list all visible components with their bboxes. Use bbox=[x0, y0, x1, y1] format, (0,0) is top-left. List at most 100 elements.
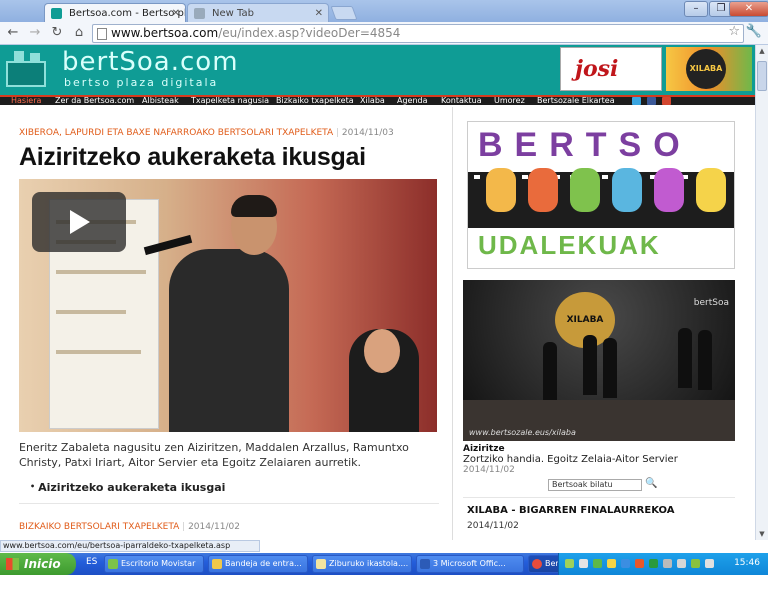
bertso-udalekuak-banner[interactable]: BERTSO UDALEKUAK bbox=[467, 121, 735, 269]
update-icon[interactable] bbox=[621, 559, 630, 568]
menu-item-zer-da[interactable]: Zer da Bertsoa.com bbox=[55, 96, 134, 106]
next-article-date: 2014/11/02 bbox=[188, 522, 240, 532]
bertsoa-logo-icon[interactable] bbox=[6, 51, 54, 87]
browser-titlebar: Bertsoa.com - Bertso pla ✕ New Tab ✕ – ❐… bbox=[0, 0, 768, 22]
page-icon bbox=[97, 28, 107, 40]
related-article-link[interactable]: • Aiziritzeko aukeraketa ikusgai bbox=[30, 481, 225, 494]
new-tab-page-icon bbox=[194, 8, 205, 19]
browser-toolbar: ← → ↻ ⌂ www.bertsoa.com/eu/index.asp?vid… bbox=[0, 22, 768, 45]
video-brand: bertSoa bbox=[693, 298, 729, 308]
column-separator bbox=[452, 107, 453, 540]
cartoon-face-icon bbox=[654, 168, 684, 212]
close-tab-icon[interactable]: ✕ bbox=[172, 4, 180, 22]
ad-xilaba-banner[interactable]: XILABA bbox=[666, 47, 752, 91]
menu-item-bertsozale[interactable]: Bertsozale Elkartea bbox=[537, 96, 615, 106]
tray-app-icon[interactable] bbox=[649, 559, 658, 568]
google-plus-icon[interactable] bbox=[662, 97, 671, 105]
tab-new[interactable]: New Tab ✕ bbox=[187, 3, 329, 22]
messenger-icon[interactable] bbox=[607, 559, 616, 568]
tray-app-icon[interactable] bbox=[635, 559, 644, 568]
bookmark-star-icon[interactable]: ☆ bbox=[728, 24, 740, 39]
network-icon[interactable] bbox=[565, 559, 574, 568]
menu-item-umorez[interactable]: Umorez bbox=[494, 96, 525, 106]
next-article-kicker[interactable]: BIZKAIKO BERTSOLARI TXAPELKETA | 2014/11… bbox=[19, 522, 240, 532]
url-path: /eu/index.asp?videoDer=4854 bbox=[218, 26, 401, 40]
tab-title: New Tab bbox=[212, 8, 254, 19]
facebook-icon[interactable] bbox=[647, 97, 656, 105]
ad-josi-text: josi bbox=[575, 56, 619, 82]
close-window-button[interactable]: ✕ bbox=[729, 1, 768, 17]
article-divider bbox=[19, 503, 439, 504]
scroll-down-icon[interactable]: ▼ bbox=[756, 528, 768, 540]
status-bar: www.bertsoa.com/eu/bertsoa-iparraldeko-t… bbox=[0, 540, 260, 552]
article-summary: Eneritz Zabaleta nagusitu zen Aiziritzen… bbox=[19, 441, 409, 469]
favicon-icon bbox=[51, 8, 62, 19]
url-host: www.bertsoa.com bbox=[111, 26, 219, 40]
menu-item-hasiera[interactable]: Hasiera bbox=[11, 96, 41, 106]
folder-icon bbox=[316, 559, 326, 569]
ad-xilaba-text: XILABA bbox=[686, 49, 726, 89]
video-watermark-url: www.bertsozale.eus/xilaba bbox=[469, 428, 576, 437]
site-header: bertSoa.com bertso plaza digitala josi X… bbox=[0, 45, 755, 95]
video-play-button[interactable] bbox=[32, 192, 126, 252]
article-headline[interactable]: Aiziritzeko aukeraketa ikusgai bbox=[19, 143, 366, 172]
clock[interactable]: 15:46 bbox=[734, 558, 760, 568]
sidebar-next-title[interactable]: XILABA - BIGARREN FINALAURREKOA bbox=[467, 505, 674, 516]
ad-josi-banner[interactable]: josi bbox=[560, 47, 662, 91]
scroll-thumb[interactable] bbox=[757, 61, 767, 91]
taskbar-bandeja[interactable]: Bandeja de entra... bbox=[208, 555, 308, 573]
menu-item-bizkaiko[interactable]: Bizkaiko txapelketa bbox=[276, 96, 354, 106]
menu-item-txapelketa-nagusia[interactable]: Txapelketa nagusia bbox=[191, 96, 269, 106]
windows-taskbar: Inicio ES Escritorio Movistar Bandeja de… bbox=[0, 553, 768, 575]
bullet-icon: • bbox=[30, 482, 36, 491]
menu-item-albisteak[interactable]: Albisteak bbox=[142, 96, 179, 106]
reload-icon[interactable]: ↻ bbox=[48, 24, 66, 42]
taskbar-microsoft-office[interactable]: 3 Microsoft Offic... bbox=[416, 555, 524, 573]
tray-app-icon[interactable] bbox=[705, 559, 714, 568]
search-icon[interactable]: 🔍 bbox=[645, 478, 657, 489]
home-icon[interactable]: ⌂ bbox=[70, 24, 88, 42]
tab-bertsoa[interactable]: Bertsoa.com - Bertso pla ✕ bbox=[44, 3, 186, 22]
cartoon-face-icon bbox=[486, 168, 516, 212]
tray-app-icon[interactable] bbox=[663, 559, 672, 568]
windows-flag-icon bbox=[6, 558, 19, 570]
scroll-up-icon[interactable]: ▲ bbox=[756, 45, 768, 57]
taskbar-escritorio-movistar[interactable]: Escritorio Movistar bbox=[104, 555, 204, 573]
minimize-button[interactable]: – bbox=[684, 1, 708, 17]
taskbar-ziburuko[interactable]: Ziburuko ikastola.... bbox=[312, 555, 412, 573]
tab-title: Bertsoa.com - Bertso pla bbox=[69, 8, 186, 19]
menu-item-kontaktua[interactable]: Kontaktua bbox=[441, 96, 482, 106]
cartoon-face-icon bbox=[570, 168, 600, 212]
video-search-input[interactable]: Bertsoak bilatu bbox=[548, 479, 642, 491]
sidebar-video-player[interactable]: XILABA bertSoa www.bertsozale.eus/xilaba bbox=[463, 280, 735, 441]
volume-icon[interactable] bbox=[579, 559, 588, 568]
wrench-menu-icon[interactable]: 🔧 bbox=[746, 24, 762, 39]
new-tab-button[interactable] bbox=[330, 6, 358, 20]
article-date: 2014/11/03 bbox=[341, 128, 394, 138]
cartoon-face-icon bbox=[696, 168, 726, 212]
tray-app-icon[interactable] bbox=[677, 559, 686, 568]
back-icon[interactable]: ← bbox=[4, 24, 22, 42]
tray-app-icon[interactable] bbox=[691, 559, 700, 568]
close-tab-icon[interactable]: ✕ bbox=[315, 4, 323, 22]
promo-bottom-text: UDALEKUAK bbox=[478, 230, 661, 260]
antivirus-icon[interactable] bbox=[593, 559, 602, 568]
page-scrollbar[interactable]: ▲ ▼ bbox=[755, 45, 768, 540]
article-kicker[interactable]: XIBEROA, LAPURDI ETA BAXE NAFARROAKO BER… bbox=[19, 128, 394, 138]
menu-item-xilaba[interactable]: Xilaba bbox=[360, 96, 385, 106]
twitter-icon[interactable] bbox=[632, 97, 641, 105]
sidebar-next-date: 2014/11/02 bbox=[467, 521, 519, 531]
video-caption-title[interactable]: Aiziritze bbox=[463, 444, 505, 454]
main-menu: Hasiera Zer da Bertsoa.com Albisteak Txa… bbox=[0, 95, 755, 105]
video-caption-date: 2014/11/02 bbox=[463, 465, 515, 475]
start-button[interactable]: Inicio bbox=[0, 553, 76, 575]
address-bar[interactable]: www.bertsoa.com/eu/index.asp?videoDer=48… bbox=[92, 24, 744, 43]
system-tray: 15:46 bbox=[558, 553, 768, 575]
forward-icon[interactable]: → bbox=[26, 24, 44, 42]
menu-item-agenda[interactable]: Agenda bbox=[397, 96, 428, 106]
sidebar-divider bbox=[463, 497, 735, 498]
site-logo-text[interactable]: bertSoa.com bbox=[62, 47, 239, 77]
language-indicator[interactable]: ES bbox=[86, 557, 97, 567]
word-icon bbox=[420, 559, 430, 569]
movistar-icon bbox=[108, 559, 118, 569]
